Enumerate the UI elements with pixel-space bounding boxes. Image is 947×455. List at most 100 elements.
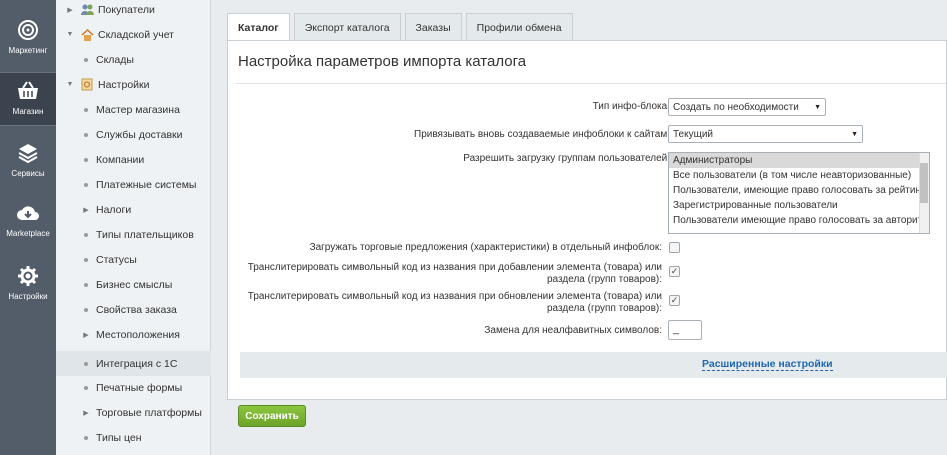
tree-item-label: Печатные формы	[96, 381, 183, 394]
bullet-icon	[84, 107, 88, 112]
bullet-icon	[84, 361, 88, 366]
scrollbar[interactable]	[919, 153, 929, 233]
divider	[236, 83, 946, 84]
tab-bar: Каталог Экспорт каталога Заказы Профили …	[227, 13, 577, 41]
tree-item-label: Покупатели	[98, 3, 155, 16]
groups-label: Разрешить загрузку группам пользователей…	[463, 153, 670, 164]
tree-item-customers[interactable]: ▶ Покупатели	[56, 0, 211, 22]
tree-item-order-props[interactable]: Свойства заказа	[56, 297, 211, 322]
list-item[interactable]: Пользователи, имеющие право голосовать з…	[669, 183, 929, 198]
nav-settings-label: Настройки	[8, 292, 48, 301]
bind-sites-value: Текущий	[673, 128, 713, 140]
tree-item-statuses[interactable]: Статусы	[56, 247, 211, 272]
tree-item-label: Свойства заказа	[96, 303, 177, 316]
translit-add-label: Транслитерировать символьный код из назв…	[248, 262, 662, 286]
chevron-right-icon[interactable]: ▶	[82, 206, 90, 214]
tree-item-locations[interactable]: ▶ Местоположения	[56, 322, 211, 347]
save-button[interactable]: Сохранить	[238, 405, 306, 427]
nav-marketing-label: Маркетинг	[8, 46, 48, 55]
nav-shop[interactable]: Магазин	[0, 72, 56, 126]
cloud-download-icon	[16, 201, 40, 225]
nav-shop-label: Магазин	[12, 107, 44, 116]
tab-catalog-export[interactable]: Экспорт каталога	[293, 13, 401, 41]
translit-add-checkbox[interactable]: ✓	[669, 266, 680, 277]
chevron-down-icon: ▼	[851, 130, 858, 138]
nav-settings[interactable]: Настройки	[0, 258, 56, 312]
page-title: Настройка параметров импорта каталога	[238, 53, 527, 70]
chevron-right-icon[interactable]: ▶	[66, 6, 74, 14]
house-icon	[80, 28, 94, 41]
settings-doc-icon	[80, 78, 94, 91]
chevron-down-icon[interactable]: ▼	[66, 81, 74, 88]
checkmark-icon: ✓	[670, 295, 679, 305]
chevron-right-icon[interactable]: ▶	[82, 409, 90, 417]
tree-item-label: Мастер магазина	[96, 103, 180, 116]
tree-item-delivery[interactable]: Службы доставки	[56, 122, 211, 147]
translit-update-label-line1: Транслитерировать символьный код из назв…	[247, 291, 662, 302]
offers-checkbox[interactable]	[669, 242, 680, 253]
tree-item-label: Настройки	[98, 78, 150, 91]
bullet-icon	[84, 257, 88, 262]
nav-marketing[interactable]: Маркетинг	[0, 12, 56, 66]
tree-item-label: Складской учет	[98, 28, 174, 41]
offers-label: Загружать торговые предложения (характер…	[309, 242, 662, 253]
chevron-down-icon[interactable]: ▼	[66, 31, 74, 38]
tree-item-settings[interactable]: ▼ Настройки	[56, 72, 211, 97]
tree-item-label: Компании	[96, 153, 145, 166]
advanced-bar: Расширенные настройки	[240, 352, 947, 378]
tree-item-warehouse[interactable]: ▼ Складской учет	[56, 22, 211, 47]
bullet-icon	[84, 435, 88, 440]
tree-item-label: Налоги	[96, 203, 132, 216]
tree-item-taxes[interactable]: ▶ Налоги	[56, 197, 211, 222]
bullet-icon	[84, 282, 88, 287]
tab-orders[interactable]: Заказы	[404, 13, 462, 41]
bullet-icon	[84, 385, 88, 390]
tree-item-payment[interactable]: Платежные системы	[56, 172, 211, 197]
groups-listbox[interactable]: Администраторы Все пользователи (в том ч…	[668, 152, 930, 234]
tree-item-label: Торговые платформы	[96, 406, 202, 419]
basket-icon	[16, 79, 40, 103]
tree-item-1c-integration[interactable]: Интеграция с 1С	[56, 351, 211, 376]
chevron-right-icon[interactable]: ▶	[82, 331, 90, 339]
translit-add-label-line2: раздела (групп товаров):	[547, 274, 662, 285]
tree-item-companies[interactable]: Компании	[56, 147, 211, 172]
tree-item-payer-types[interactable]: Типы плательщиков	[56, 222, 211, 247]
nav-services[interactable]: Сервисы	[0, 135, 56, 189]
tab-exchange-profiles[interactable]: Профили обмена	[465, 13, 573, 41]
list-item[interactable]: Пользователи имеющие право голосовать за…	[669, 213, 929, 228]
tree-item-price-types[interactable]: Типы цен	[56, 425, 211, 450]
tree-item-label: Платежные системы	[96, 178, 197, 191]
bind-sites-select[interactable]: Текущий ▼	[668, 125, 863, 143]
chevron-down-icon: ▼	[814, 103, 821, 111]
iblock-type-value: Создать по необходимости	[673, 101, 799, 113]
replace-input[interactable]: _	[668, 320, 702, 340]
tree-item-label: Типы плательщиков	[96, 228, 194, 241]
translit-update-checkbox[interactable]: ✓	[669, 295, 680, 306]
tree-item-label: Службы доставки	[96, 128, 183, 141]
tree-item-stores[interactable]: Склады	[56, 47, 211, 72]
nav-marketplace-label: Marketplace	[6, 229, 50, 238]
advanced-settings-link[interactable]: Расширенные настройки	[702, 358, 833, 371]
bind-sites-label: Привязывать вновь создаваемые инфоблоки …	[414, 129, 670, 140]
tab-catalog[interactable]: Каталог	[227, 13, 290, 41]
tree-item-business-meanings[interactable]: Бизнес смыслы	[56, 272, 211, 297]
users-icon	[80, 4, 94, 16]
translit-update-label-line2: раздела (групп товаров):	[547, 303, 662, 314]
list-item[interactable]: Зарегистрированные пользователи	[669, 198, 929, 213]
list-item[interactable]: Все пользователи (в том числе неавторизо…	[669, 168, 929, 183]
bullet-icon	[84, 232, 88, 237]
section-tree: ▶ Покупатели ▼ Складской учет Склады ▼ Н…	[56, 0, 211, 455]
nav-marketplace[interactable]: Marketplace	[0, 195, 56, 249]
import-settings-panel: Настройка параметров импорта каталога Ти…	[227, 40, 947, 400]
translit-add-label-line1: Транслитерировать символьный код из назв…	[247, 262, 662, 273]
tree-item-shop-wizard[interactable]: Мастер магазина	[56, 97, 211, 122]
tree-item-label: Местоположения	[96, 328, 180, 341]
iblock-type-select[interactable]: Создать по необходимости ▼	[668, 98, 826, 116]
translit-update-label: Транслитерировать символьный код из назв…	[248, 291, 662, 315]
list-item[interactable]: Администраторы	[669, 153, 929, 168]
bullet-icon	[84, 307, 88, 312]
tree-item-trade-platforms[interactable]: ▶ Торговые платформы	[56, 400, 211, 425]
main-area: Каталог Экспорт каталога Заказы Профили …	[211, 0, 947, 455]
tree-item-print-forms[interactable]: Печатные формы	[56, 375, 211, 400]
scrollbar-thumb[interactable]	[920, 163, 928, 203]
